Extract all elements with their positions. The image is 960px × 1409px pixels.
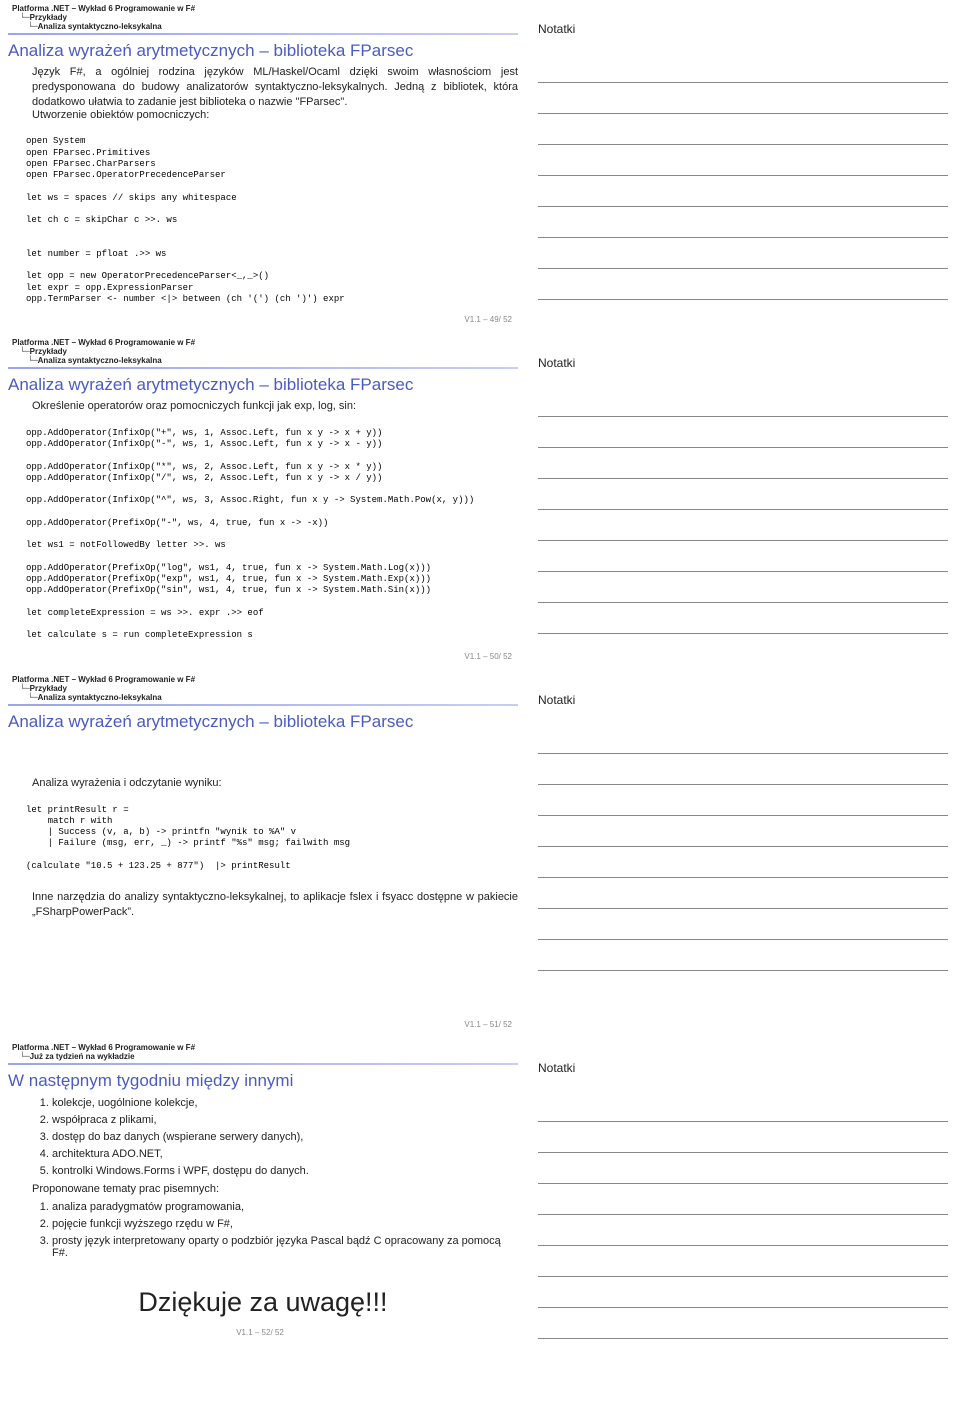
crumb-sub1: └─Przykłady: [12, 347, 514, 356]
note-line: [538, 605, 948, 634]
slide-51: Platforma .NET – Wykład 6 Programowanie …: [0, 671, 960, 1039]
notes-column: Notatki: [528, 4, 948, 324]
crumb-sub2: └─Analiza syntaktyczno-leksykalna: [12, 693, 514, 702]
notes-label: Notatki: [538, 1061, 948, 1075]
note-line: [538, 880, 948, 909]
note-line: [538, 209, 948, 238]
slide-paragraph2: Inne narzędzia do analizy syntaktyczno-l…: [8, 890, 518, 920]
breadcrumb: Platforma .NET – Wykład 6 Programowanie …: [8, 4, 518, 31]
note-line: [538, 419, 948, 448]
header-divider: [8, 367, 518, 369]
crumb-top: Platforma .NET – Wykład 6 Programowanie …: [12, 4, 514, 13]
notes-column: Notatki: [528, 1043, 948, 1341]
crumb-top: Platforma .NET – Wykład 6 Programowanie …: [12, 338, 514, 347]
note-line: [538, 450, 948, 479]
note-line: [538, 178, 948, 207]
note-line: [538, 725, 948, 754]
notes-label: Notatki: [538, 22, 948, 36]
note-line: [538, 1248, 948, 1277]
note-line: [538, 1124, 948, 1153]
notes-label: Notatki: [538, 693, 948, 707]
list-item: kolekcje, uogólnione kolekcje,: [52, 1097, 518, 1109]
note-line: [538, 1310, 948, 1339]
thanks-text: Dziękuje za uwagę!!!: [8, 1287, 518, 1318]
note-line: [538, 756, 948, 785]
slide-left: Platforma .NET – Wykład 6 Programowanie …: [8, 1043, 528, 1341]
notes-column: Notatki: [528, 338, 948, 661]
note-line: [538, 787, 948, 816]
slide-paragraph2: Utworzenie obiektów pomocniczych:: [8, 108, 518, 123]
list-item: kontrolki Windows.Forms i WPF, dostępu d…: [52, 1165, 518, 1177]
slide-title: Analiza wyrażeń arytmetycznych – bibliot…: [8, 375, 518, 395]
note-line: [538, 388, 948, 417]
note-line: [538, 574, 948, 603]
list-item: prosty język interpretowany oparty o pod…: [52, 1235, 518, 1259]
note-line: [538, 818, 948, 847]
note-line: [538, 1186, 948, 1215]
list-item: architektura ADO.NET,: [52, 1148, 518, 1160]
list-item: pojęcie funkcji wyższego rzędu w F#,: [52, 1218, 518, 1230]
note-line: [538, 1279, 948, 1308]
slide-footer: V1.1 – 52/ 52: [8, 1328, 518, 1337]
code-block: let printResult r = match r with | Succe…: [26, 805, 518, 873]
breadcrumb: Platforma .NET – Wykład 6 Programowanie …: [8, 338, 518, 365]
crumb-sub1-alt: └─Już za tydzień na wykładzie: [12, 1052, 514, 1061]
code-block: opp.AddOperator(InfixOp("+", ws, 1, Asso…: [26, 428, 518, 642]
slide-left: Platforma .NET – Wykład 6 Programowanie …: [8, 338, 528, 661]
note-line: [538, 512, 948, 541]
list-item: analiza paradygmatów programowania,: [52, 1201, 518, 1213]
slide-paragraph: Określenie operatorów oraz pomocniczych …: [8, 399, 518, 414]
notes-label: Notatki: [538, 356, 948, 370]
note-line: [538, 116, 948, 145]
slide-49: Platforma .NET – Wykład 6 Programowanie …: [0, 0, 960, 334]
subheading: Proponowane tematy prac pisemnych:: [8, 1183, 518, 1195]
note-line: [538, 85, 948, 114]
note-line: [538, 1093, 948, 1122]
notes-column: Notatki: [528, 675, 948, 1029]
slide-52: Platforma .NET – Wykład 6 Programowanie …: [0, 1039, 960, 1351]
header-divider: [8, 1063, 518, 1065]
note-line: [538, 481, 948, 510]
slide-paragraph: Analiza wyrażenia i odczytanie wyniku:: [8, 776, 518, 791]
crumb-sub1: └─Przykłady: [12, 684, 514, 693]
slide-title: W następnym tygodniu między innymi: [8, 1071, 518, 1091]
crumb-sub1: └─Przykłady: [12, 13, 514, 22]
list-item: dostęp do baz danych (wspierane serwery …: [52, 1131, 518, 1143]
header-divider: [8, 704, 518, 706]
note-line: [538, 240, 948, 269]
crumb-sub2: └─Analiza syntaktyczno-leksykalna: [12, 22, 514, 31]
header-divider: [8, 33, 518, 35]
note-line: [538, 1155, 948, 1184]
slide-left: Platforma .NET – Wykład 6 Programowanie …: [8, 4, 528, 324]
note-line: [538, 911, 948, 940]
crumb-top: Platforma .NET – Wykład 6 Programowanie …: [12, 675, 514, 684]
slide-left: Platforma .NET – Wykład 6 Programowanie …: [8, 675, 528, 1029]
code-block: open System open FParsec.Primitives open…: [26, 136, 518, 305]
slide-footer: V1.1 – 49/ 52: [8, 315, 518, 324]
note-line: [538, 1217, 948, 1246]
slide-50: Platforma .NET – Wykład 6 Programowanie …: [0, 334, 960, 671]
note-line: [538, 543, 948, 572]
note-line: [538, 147, 948, 176]
slide-footer: V1.1 – 50/ 52: [8, 652, 518, 661]
note-line: [538, 942, 948, 971]
note-line: [538, 54, 948, 83]
slide-paragraph: Język F#, a ogólniej rodzina języków ML/…: [8, 65, 518, 110]
ordered-list-2: analiza paradygmatów programowania, pojęc…: [8, 1201, 518, 1259]
crumb-sub2: └─Analiza syntaktyczno-leksykalna: [12, 356, 514, 365]
note-line: [538, 271, 948, 300]
list-item: współpraca z plikami,: [52, 1114, 518, 1126]
note-line: [538, 849, 948, 878]
slide-title: Analiza wyrażeń arytmetycznych – bibliot…: [8, 712, 518, 732]
crumb-top: Platforma .NET – Wykład 6 Programowanie …: [12, 1043, 514, 1052]
slide-footer: V1.1 – 51/ 52: [8, 1020, 518, 1029]
slide-title: Analiza wyrażeń arytmetycznych – bibliot…: [8, 41, 518, 61]
breadcrumb: Platforma .NET – Wykład 6 Programowanie …: [8, 675, 518, 702]
ordered-list-1: kolekcje, uogólnione kolekcje, współpraca…: [8, 1097, 518, 1177]
breadcrumb: Platforma .NET – Wykład 6 Programowanie …: [8, 1043, 518, 1061]
